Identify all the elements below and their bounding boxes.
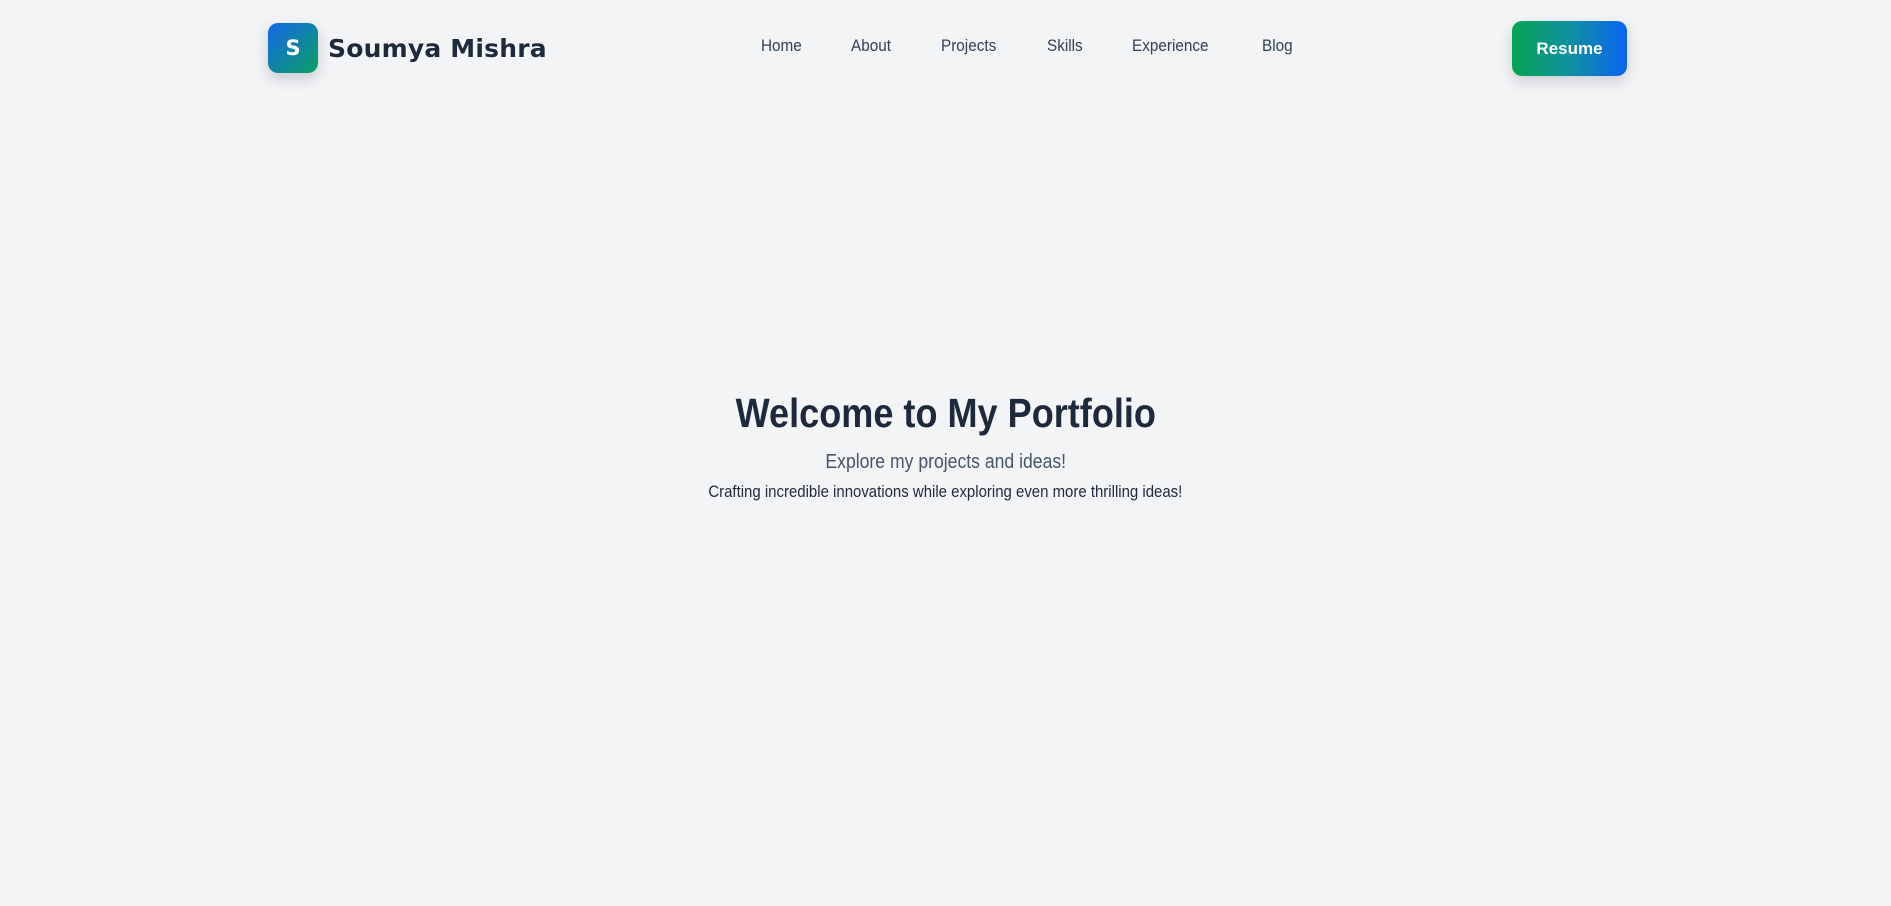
hero-tagline: Crafting incredible innovations while ex… <box>708 482 1183 501</box>
nav-item-skills: Skills <box>1047 36 1087 56</box>
nav-item-projects: Projects <box>941 36 1002 56</box>
nav-item-experience: Experience <box>1132 36 1217 56</box>
nav-item-home: Home <box>761 36 806 56</box>
nav-link-about[interactable]: About <box>851 36 891 56</box>
nav-link-skills[interactable]: Skills <box>1047 36 1083 56</box>
nav-link-blog[interactable]: Blog <box>1262 36 1293 56</box>
logo[interactable]: S Soumya Mishra <box>268 23 547 73</box>
nav-item-about: About <box>851 36 895 56</box>
nav-item-blog: Blog <box>1262 36 1296 56</box>
hero-tagline-row: Crafting incredible innovations while ex… <box>0 482 1891 502</box>
hero-subtitle: Explore my projects and ideas! <box>825 451 1066 473</box>
nav-link-projects[interactable]: Projects <box>941 36 996 56</box>
hero-title: Welcome to My Portfolio <box>735 390 1156 436</box>
hero-section: Welcome to My Portfolio Explore my proje… <box>0 385 1891 502</box>
logo-badge: S <box>268 23 318 73</box>
resume-button[interactable]: Resume <box>1512 21 1627 76</box>
nav-links: Home About Projects Skills Experience Bl… <box>761 36 1296 56</box>
hero-subtitle-row: Explore my projects and ideas! <box>0 451 1891 474</box>
navbar: S Soumya Mishra Home About Projects Skil… <box>0 0 1891 98</box>
site-name: Soumya Mishra <box>328 33 547 63</box>
nav-link-experience[interactable]: Experience <box>1132 36 1209 56</box>
nav-link-home[interactable]: Home <box>761 36 802 56</box>
